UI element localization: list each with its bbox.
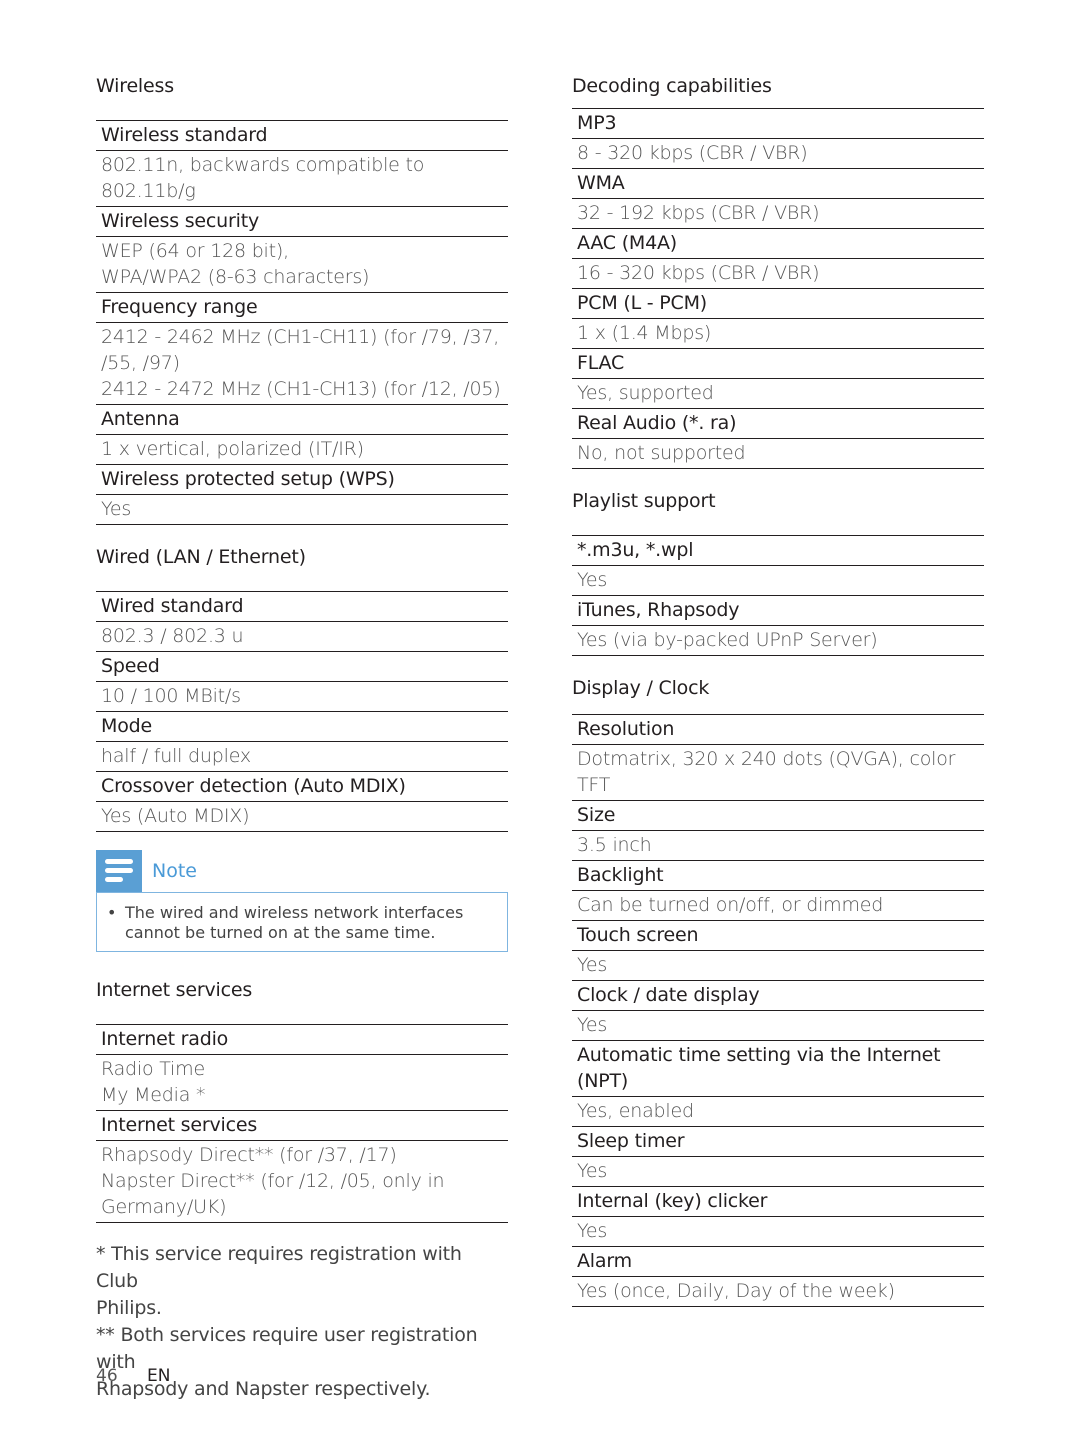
spec-value: 1 x (1.4 Mbps) [572,319,984,349]
spec-value: Rhapsody Direct** (for /37, /17) Napster… [96,1141,508,1223]
spec-value: Yes [572,1217,984,1247]
page-footer: 46 EN [96,1366,171,1386]
note-body: • The wired and wireless network interfa… [96,892,508,952]
note-text: The wired and wireless network interface… [125,903,464,942]
spec-label: FLAC [572,349,984,379]
spec-value: No, not supported [572,439,984,469]
spec-label: Backlight [572,861,984,891]
spec-value: Yes [572,566,984,596]
spec-label: Wireless standard [96,121,508,151]
spec-label: Resolution [572,715,984,745]
spec-label: Wireless protected setup (WPS) [96,465,508,495]
spec-value: Yes (via by-packed UPnP Server) [572,626,984,656]
spec-label: Clock / date display [572,981,984,1011]
table-display: Resolution Dotmatrix, 320 x 240 dots (QVG… [572,714,984,1307]
spec-value: Yes (once, Daily, Day of the week) [572,1277,984,1307]
spec-value: Yes [96,495,508,525]
page-number: 46 [96,1366,118,1386]
spec-label: Wireless security [96,207,508,237]
language-code: EN [147,1366,171,1386]
spec-label: iTunes, Rhapsody [572,596,984,626]
table-decoding: MP3 8 - 320 kbps (CBR / VBR) WMA 32 - 192 k… [572,108,984,469]
spec-label: Crossover detection (Auto MDIX) [96,772,508,802]
spec-label: WMA [572,169,984,199]
spec-value: WEP (64 or 128 bit), WPA/WPA2 (8-63 char… [96,237,508,293]
note-title: Note [152,860,197,882]
spec-label: Speed [96,652,508,682]
bullet: • [107,903,117,922]
table-wireless: Wireless standard 802.11n, backwards comp… [96,120,508,525]
spec-label: AAC (M4A) [572,229,984,259]
spec-value: 8 - 320 kbps (CBR / VBR) [572,139,984,169]
section-title-wireless: Wireless [96,75,174,97]
spec-label: Alarm [572,1247,984,1277]
section-title-internet: Internet services [96,979,253,1001]
spec-label: Frequency range [96,293,508,323]
spec-label: Wired standard [96,592,508,622]
spec-label: PCM (L - PCM) [572,289,984,319]
section-title-decoding: Decoding capabilities [572,75,772,97]
spec-label: Automatic time setting via the Internet … [572,1041,984,1097]
note-box: Note • The wired and wireless network in… [96,850,508,952]
spec-label: *.m3u, *.wpl [572,536,984,566]
spec-label: Internet services [96,1111,508,1141]
spec-label: Real Audio (*. ra) [572,409,984,439]
spec-value: 32 - 192 kbps (CBR / VBR) [572,199,984,229]
spec-value: Yes, enabled [572,1097,984,1127]
spec-label: Size [572,801,984,831]
table-internet: Internet radio Radio Time My Media * Inter… [96,1024,508,1223]
table-wired: Wired standard 802.3 / 802.3 u Speed 10 / 1… [96,591,508,832]
spec-value: Radio Time My Media * [96,1055,508,1111]
note-icon [96,850,142,892]
spec-value: 10 / 100 MBit/s [96,682,508,712]
spec-value: Yes, supported [572,379,984,409]
spec-value: half / full duplex [96,742,508,772]
spec-value: 16 - 320 kbps (CBR / VBR) [572,259,984,289]
section-title-wired: Wired (LAN / Ethernet) [96,546,306,568]
spec-value: Dotmatrix, 320 x 240 dots (QVGA), color … [572,745,984,801]
spec-label: Internet radio [96,1025,508,1055]
note-header: Note [96,850,508,892]
spec-label: Touch screen [572,921,984,951]
spec-label: Mode [96,712,508,742]
left-column: Wireless Wireless standard 802.11n, backw… [96,72,508,1403]
spec-value: Yes (Auto MDIX) [96,802,508,832]
spec-label: Internal (key) clicker [572,1187,984,1217]
section-title-display: Display / Clock [572,677,710,699]
spec-value: Yes [572,1011,984,1041]
section-title-playlist: Playlist support [572,490,716,512]
spec-value: Can be turned on/off, or dimmed [572,891,984,921]
spec-label: MP3 [572,109,984,139]
spec-value: 802.11n, backwards compatible to 802.11b… [96,151,508,207]
spec-label: Sleep timer [572,1127,984,1157]
spec-value: 802.3 / 802.3 u [96,622,508,652]
spec-label: Antenna [96,405,508,435]
right-column: Decoding capabilities MP3 8 - 320 kbps (C… [572,72,984,1325]
table-playlist: *.m3u, *.wpl Yes iTunes, Rhapsody Yes (via … [572,535,984,656]
spec-value: 2412 - 2462 MHz (CH1-CH11) (for /79, /37… [96,323,508,405]
spec-value: Yes [572,951,984,981]
spec-value: Yes [572,1157,984,1187]
spec-value: 1 x vertical, polarized (IT/IR) [96,435,508,465]
spec-value: 3.5 inch [572,831,984,861]
